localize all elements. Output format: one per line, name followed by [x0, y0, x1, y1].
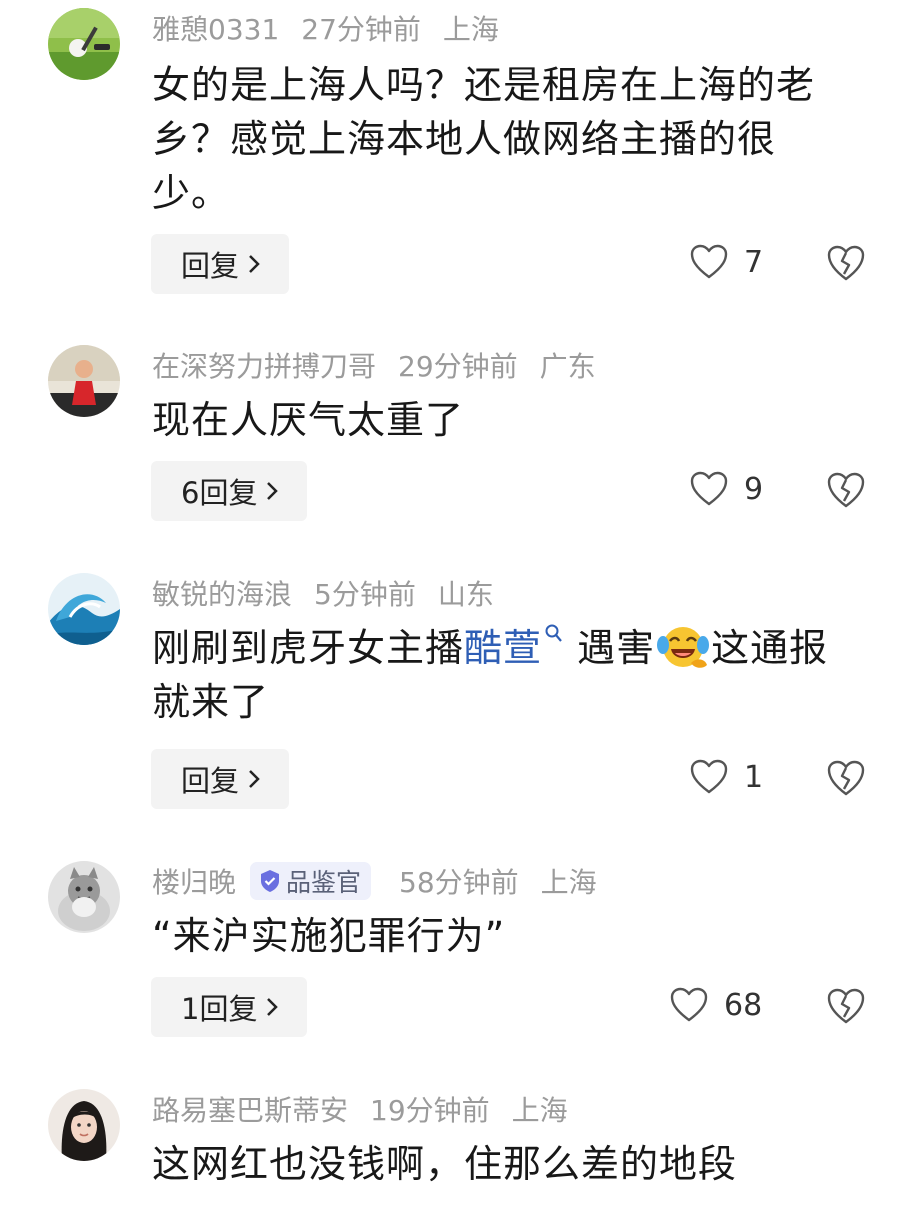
username[interactable]: 楼归晚 [152, 861, 236, 901]
comment-text: 刚刷到虎牙女主播酷萱 遇害 这通报 就来了 [152, 621, 872, 729]
username[interactable]: 在深努力拼搏刀哥 [152, 345, 376, 385]
avatar[interactable] [48, 1089, 120, 1161]
comment-text-line: “来沪实施犯罪行为” [152, 914, 506, 958]
like-button[interactable]: 9 [690, 471, 763, 507]
username[interactable]: 路易塞巴斯蒂安 [152, 1089, 348, 1129]
comment-meta: 楼归晚 品鉴官 58分钟前 上海 [152, 861, 597, 901]
timestamp: 29分钟前 [398, 350, 518, 383]
comment-meta: 在深努力拼搏刀哥 29分钟前 广东 [152, 345, 596, 385]
comment-text: 现在人厌气太重了 [152, 393, 872, 447]
badge-label: 品鉴官 [286, 868, 362, 897]
heart-outline-icon [690, 759, 728, 794]
timestamp: 19分钟前 [370, 1094, 490, 1127]
heart-outline-icon [670, 987, 708, 1022]
like-count: 1 [744, 759, 764, 795]
reply-label: 回复 [181, 764, 240, 798]
reply-button[interactable]: 回复 [151, 234, 290, 294]
timestamp: 58分钟前 [399, 866, 519, 899]
dislike-button[interactable] [826, 471, 866, 509]
verified-shield-icon [261, 870, 280, 892]
like-button[interactable]: 7 [690, 244, 763, 280]
like-button[interactable]: 1 [690, 759, 763, 795]
location: 上海 [442, 13, 499, 46]
username[interactable]: 敏锐的海浪 [152, 573, 292, 613]
broken-heart-icon [827, 245, 865, 281]
chevron-right-icon [267, 998, 279, 1016]
dislike-button[interactable] [826, 987, 866, 1025]
dislike-button[interactable] [826, 244, 866, 282]
comment-text-line: 女的是上海人吗？还是租房在上海的老 [152, 63, 816, 107]
comment-text: “来沪实施犯罪行为” [152, 909, 872, 963]
search-link[interactable]: 酷萱 [464, 624, 564, 670]
comment-text-segment: 这通报 [711, 626, 829, 670]
avatar[interactable] [48, 8, 120, 80]
search-icon [545, 624, 562, 642]
heart-outline-icon [690, 471, 728, 506]
comment-text: 女的是上海人吗？还是租房在上海的老 乡？感觉上海本地人做网络主播的很 少。 [152, 58, 872, 220]
badge[interactable]: 品鉴官 [250, 862, 372, 900]
dislike-button[interactable] [826, 759, 866, 797]
location: 上海 [540, 866, 597, 899]
chevron-right-icon [267, 482, 279, 500]
heart-outline-icon [690, 244, 728, 279]
like-count: 9 [744, 471, 764, 507]
comment-meta: 敏锐的海浪 5分钟前 山东 [152, 573, 494, 613]
reply-button[interactable]: 6回复 [151, 461, 308, 521]
comment-text-segment: 遇害 [577, 626, 656, 670]
broken-heart-icon [827, 760, 865, 796]
avatar[interactable] [48, 573, 120, 645]
reply-label: 1回复 [181, 992, 258, 1026]
reply-button[interactable]: 1回复 [151, 977, 308, 1037]
broken-heart-icon [827, 988, 865, 1024]
chevron-right-icon [249, 770, 260, 788]
comment-text-line: 刚刷到虎牙女主播酷萱 遇害 这通报 [152, 621, 872, 675]
comment-meta: 雅憩0331 27分钟前 上海 [152, 8, 499, 48]
comment-text-line: 乡？感觉上海本地人做网络主播的很 [152, 117, 777, 161]
comment-text-segment: 刚刷到虎牙女主播 [152, 626, 465, 670]
username[interactable]: 雅憩0331 [152, 8, 279, 48]
chevron-right-icon [249, 255, 260, 273]
location: 上海 [511, 1094, 568, 1127]
reply-button[interactable]: 回复 [151, 749, 290, 809]
reply-label: 6回复 [181, 476, 258, 510]
comment-text-line: 就来了 [152, 680, 270, 724]
comment-text-line: 现在人厌气太重了 [152, 398, 465, 442]
laughing-crying-emoji [657, 627, 710, 668]
location: 广东 [539, 350, 596, 383]
comment-text-line: 这网红也没钱啊，住那么差的地段 [152, 1142, 738, 1186]
like-button[interactable]: 68 [670, 987, 762, 1023]
broken-heart-icon [827, 472, 865, 508]
location: 山东 [437, 578, 494, 611]
avatar[interactable] [48, 345, 120, 417]
timestamp: 5分钟前 [314, 578, 416, 611]
timestamp: 27分钟前 [301, 13, 421, 46]
comment-text: 这网红也没钱啊，住那么差的地段 [152, 1137, 872, 1191]
comment-text-line: 少。 [152, 171, 231, 215]
search-link-text: 酷萱 [464, 626, 543, 670]
avatar[interactable] [48, 861, 120, 933]
reply-label: 回复 [181, 249, 240, 283]
like-count: 7 [744, 244, 764, 280]
comment-meta: 路易塞巴斯蒂安 19分钟前 上海 [152, 1089, 568, 1129]
like-count: 68 [724, 987, 763, 1023]
